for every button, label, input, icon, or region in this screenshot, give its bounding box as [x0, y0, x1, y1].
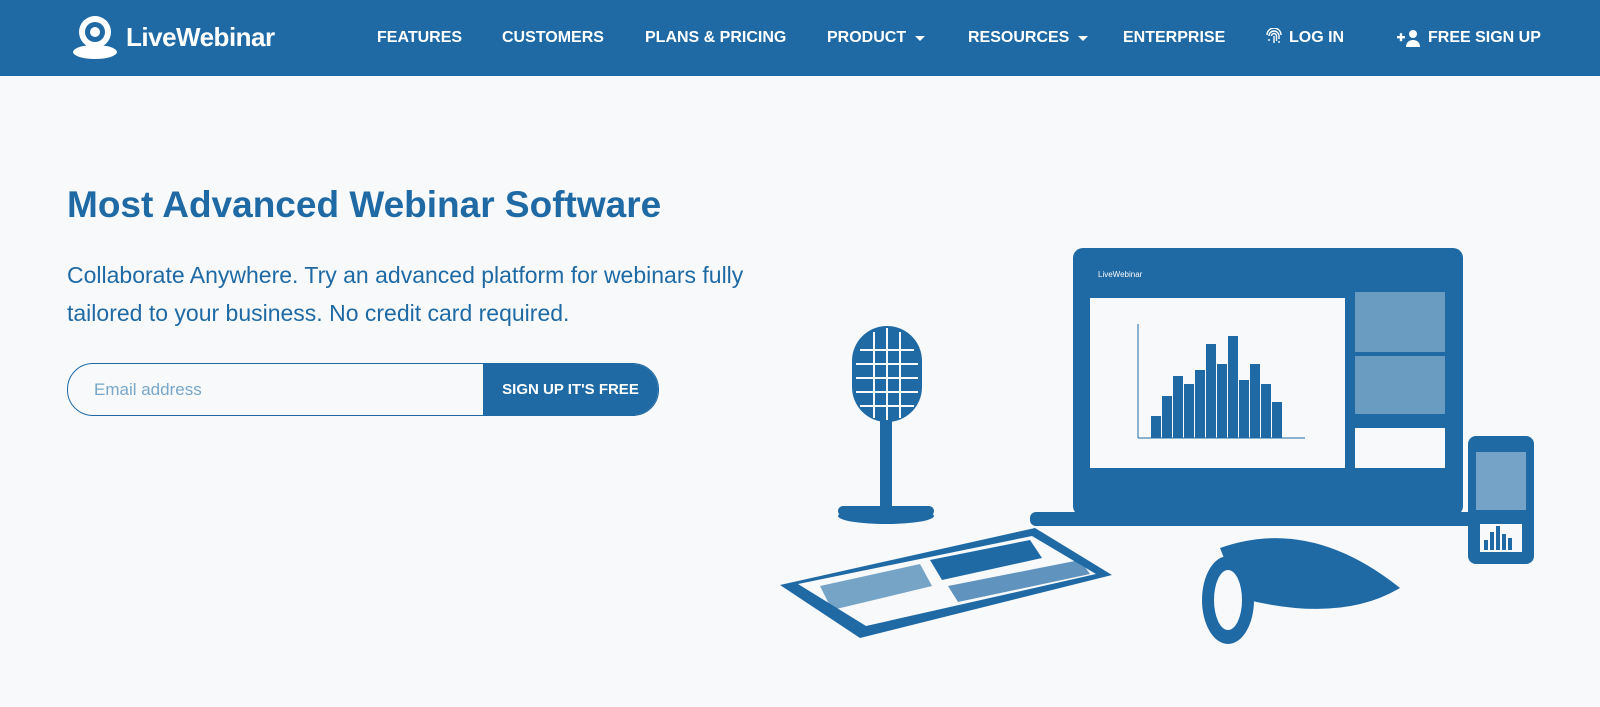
- nav-features[interactable]: FEATURES: [377, 26, 462, 50]
- nav-resources-dropdown[interactable]: RESOURCES: [968, 26, 1089, 50]
- hero-devices-illustration: LiveWebinar: [780, 248, 1534, 644]
- headphones-illustration: [1202, 538, 1400, 644]
- tablet-illustration: [780, 528, 1112, 638]
- phone-illustration: [1468, 436, 1534, 564]
- brand-name: LiveWebinar: [126, 21, 275, 52]
- nav-resources-label: RESOURCES: [968, 29, 1070, 46]
- login-label: LOG IN: [1289, 29, 1345, 46]
- hero-title: Most Advanced Webinar Software: [67, 184, 662, 225]
- nav-features-label: FEATURES: [377, 29, 463, 46]
- microphone-illustration: [838, 326, 934, 524]
- fingerprint-icon: [1266, 28, 1282, 43]
- nav-enterprise[interactable]: ENTERPRISE: [1123, 26, 1225, 50]
- top-navigation-bar: LiveWebinar FEATURES CUSTOMERS PLANS & P…: [0, 0, 1600, 76]
- nav-product-dropdown[interactable]: PRODUCT: [827, 26, 926, 50]
- laptop-illustration: LiveWebinar: [1030, 248, 1500, 526]
- free-signup-link[interactable]: FREE SIGN UP: [1397, 26, 1541, 50]
- chevron-down-icon: [1078, 35, 1089, 41]
- nav-enterprise-label: ENTERPRISE: [1123, 29, 1226, 46]
- email-input[interactable]: [68, 364, 483, 415]
- login-link[interactable]: LOG IN: [1266, 26, 1344, 50]
- signup-free-button[interactable]: SIGN UP IT'S FREE: [483, 364, 658, 415]
- add-user-icon: [1397, 30, 1420, 47]
- hero-subtitle: Collaborate Anywhere. Try an advanced pl…: [67, 262, 744, 326]
- logo-icon: [73, 16, 117, 59]
- email-signup-form: SIGN UP IT'S FREE: [67, 363, 659, 416]
- brand-logo[interactable]: LiveWebinar: [70, 14, 275, 60]
- nav-customers[interactable]: CUSTOMERS: [502, 26, 604, 50]
- nav-product-label: PRODUCT: [827, 29, 907, 46]
- nav-customers-label: CUSTOMERS: [502, 29, 604, 46]
- chevron-down-icon: [915, 35, 926, 41]
- nav-plans-pricing[interactable]: PLANS & PRICING: [645, 26, 786, 50]
- nav-plans-pricing-label: PLANS & PRICING: [645, 29, 787, 46]
- free-signup-label: FREE SIGN UP: [1428, 29, 1541, 46]
- svg-text:LiveWebinar: LiveWebinar: [1098, 270, 1143, 279]
